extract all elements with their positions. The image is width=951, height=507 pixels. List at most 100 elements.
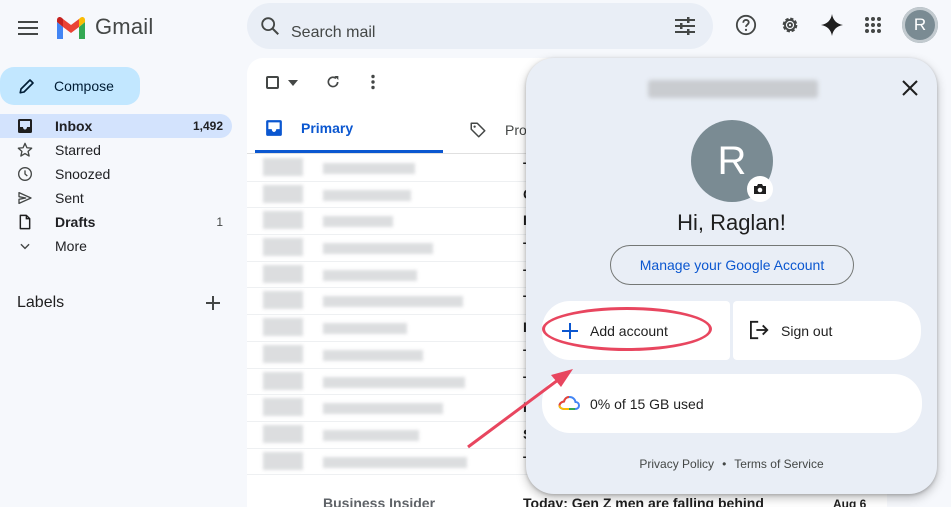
compose-label: Compose: [54, 78, 114, 94]
tab-label: Pro: [505, 121, 527, 138]
google-apps-button[interactable]: [860, 12, 886, 38]
sidebar-item-label: Drafts: [55, 214, 96, 230]
tab-primary[interactable]: Primary: [255, 106, 443, 153]
redacted-controls: [263, 344, 303, 363]
gmail-logo[interactable]: Gmail: [55, 12, 153, 42]
redacted-controls: [263, 158, 303, 176]
redacted-controls: [263, 318, 303, 337]
sidebar-item-more[interactable]: More: [0, 234, 232, 258]
tab-label: Primary: [301, 120, 354, 136]
redacted-sender: [323, 189, 411, 201]
star-icon: [17, 142, 33, 158]
labels-heading: Labels: [17, 294, 65, 311]
draft-count: 1: [216, 215, 223, 229]
close-button[interactable]: [900, 78, 920, 98]
select-all-checkbox[interactable]: [266, 76, 279, 89]
redacted-controls: [263, 184, 303, 203]
redacted-controls: [263, 398, 303, 417]
redacted-controls: [263, 211, 303, 230]
sidebar-nav: Inbox 1,492 Starred Snoozed Sent Drafts …: [0, 114, 232, 258]
sidebar-item-sent[interactable]: Sent: [0, 186, 232, 210]
more-vert-icon[interactable]: [365, 74, 381, 90]
annotation-highlight-oval: [542, 307, 712, 351]
redacted-sender: [323, 403, 443, 415]
storage-label: 0% of 15 GB used: [590, 396, 704, 412]
settings-button[interactable]: [777, 12, 803, 38]
sidebar-item-label: More: [55, 238, 87, 254]
tag-icon: [470, 122, 486, 137]
refresh-icon[interactable]: [325, 74, 341, 90]
redacted-controls: [263, 371, 303, 390]
email-sender: Business Insider: [323, 495, 436, 507]
account-popup: R Hi, Raglan! Manage your Google Account…: [526, 58, 937, 494]
redacted-sender: [323, 456, 467, 468]
draft-icon: [17, 214, 33, 230]
popup-footer: Privacy Policy • Terms of Service: [526, 457, 937, 471]
camera-icon: [754, 184, 766, 194]
redacted-controls: [263, 424, 303, 443]
email-row[interactable]: Business Insider Today: Gen Z men are fa…: [247, 492, 887, 507]
help-icon: [735, 14, 757, 36]
logout-icon: [750, 320, 769, 340]
email-subject: Today: Gen Z men are falling behind: [523, 495, 764, 507]
sidebar-item-label: Sent: [55, 190, 84, 206]
search-options-icon[interactable]: [675, 17, 695, 35]
sign-out-label: Sign out: [781, 323, 833, 339]
caret-down-icon[interactable]: [288, 80, 298, 86]
redacted-sender: [323, 216, 393, 228]
hamburger-icon: [18, 21, 38, 35]
search-bar[interactable]: Search mail: [247, 3, 713, 49]
redacted-sender: [323, 376, 465, 388]
sign-out-button[interactable]: Sign out: [733, 301, 921, 360]
redacted-sender: [323, 429, 419, 441]
close-icon: [902, 80, 918, 96]
pencil-icon: [19, 79, 34, 94]
sidebar-item-starred[interactable]: Starred: [0, 138, 232, 162]
gear-icon: [782, 17, 798, 33]
redacted-controls: [263, 451, 303, 470]
apps-grid-icon: [865, 17, 881, 33]
clock-icon: [17, 166, 33, 182]
search-input[interactable]: Search mail: [291, 24, 375, 42]
redacted-sender: [323, 243, 433, 255]
search-icon[interactable]: [259, 15, 281, 37]
inbox-icon: [17, 118, 33, 134]
sidebar-item-label: Inbox: [55, 118, 93, 134]
change-photo-button[interactable]: [747, 176, 773, 202]
sidebar-item-inbox[interactable]: Inbox 1,492: [0, 114, 232, 138]
redacted-controls: [263, 264, 303, 283]
main-menu-button[interactable]: [14, 14, 42, 42]
sidebar-item-label: Snoozed: [55, 166, 111, 182]
send-icon: [17, 190, 33, 206]
redacted-controls: [263, 291, 303, 310]
redacted-sender: [323, 163, 415, 174]
app-name: Gmail: [95, 14, 154, 39]
account-email-redacted: [648, 80, 818, 98]
gemini-button[interactable]: [819, 12, 845, 38]
add-label-icon[interactable]: [205, 295, 221, 311]
sidebar-item-drafts[interactable]: Drafts 1: [0, 210, 232, 234]
privacy-policy-link[interactable]: Privacy Policy: [639, 457, 714, 471]
redacted-sender: [323, 349, 423, 361]
inbox-icon: [266, 120, 282, 136]
greeting-text: Hi, Raglan!: [677, 210, 786, 235]
footer-separator: •: [722, 457, 727, 471]
cloud-icon: [558, 395, 580, 410]
storage-usage-button[interactable]: 0% of 15 GB used: [542, 374, 922, 433]
gmail-m-icon: [57, 16, 85, 39]
top-bar: Gmail Search mail R: [0, 0, 951, 56]
redacted-controls: [263, 238, 303, 257]
terms-of-service-link[interactable]: Terms of Service: [734, 457, 823, 471]
unread-count: 1,492: [192, 119, 223, 133]
manage-account-button[interactable]: Manage your Google Account: [610, 245, 854, 285]
chevron-down-icon: [17, 238, 33, 254]
tab-promotions[interactable]: Pro: [469, 106, 527, 153]
sidebar-item-label: Starred: [55, 142, 101, 158]
account-avatar-button[interactable]: R: [902, 7, 938, 43]
sparkle-icon: [821, 14, 843, 36]
redacted-sender: [323, 296, 463, 308]
support-button[interactable]: [733, 12, 759, 38]
compose-button[interactable]: Compose: [0, 67, 140, 105]
email-date: Aug 6: [833, 497, 867, 507]
sidebar-item-snoozed[interactable]: Snoozed: [0, 162, 232, 186]
